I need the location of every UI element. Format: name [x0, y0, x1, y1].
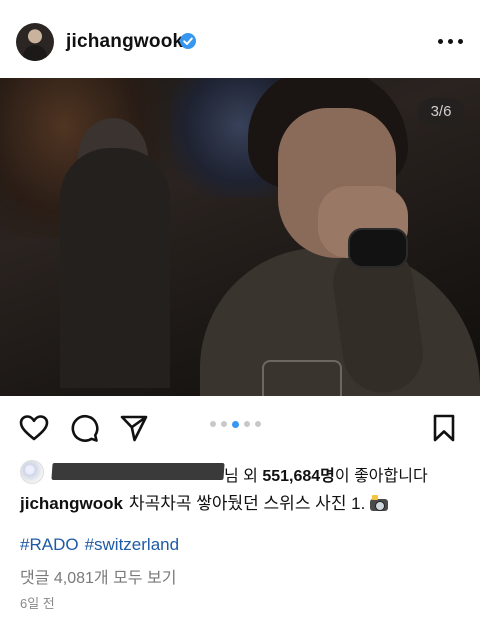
- profile-username[interactable]: jichangwook: [66, 31, 183, 53]
- caption-text: 차곡차곡 쌓아뒀던 스위스 사진 1.: [128, 494, 366, 513]
- liker-avatar[interactable]: [20, 460, 44, 484]
- likes-suffix: 이 좋아합니다: [334, 468, 428, 485]
- likes-prefix: 님 외: [224, 468, 263, 485]
- action-bar: [0, 396, 480, 454]
- caption-username[interactable]: jichangwook: [20, 494, 123, 513]
- comment-icon[interactable]: [68, 412, 100, 444]
- carousel-dot: [221, 421, 227, 427]
- view-all-comments-link[interactable]: 댓글 4,081개 모두 보기: [20, 564, 176, 588]
- post-header: jichangwook: [0, 0, 480, 78]
- hashtags: #RADO #switzerland: [20, 535, 185, 555]
- likes-text[interactable]: 님 외 551,684명이 좋아합니다: [224, 462, 428, 486]
- post-timestamp: 6일 전: [20, 596, 55, 611]
- photo-subject-watch: [348, 228, 408, 268]
- send-icon[interactable]: [118, 412, 150, 444]
- camera-with-flash-icon: [369, 495, 389, 511]
- redacted-username: [51, 463, 225, 480]
- bookmark-icon[interactable]: [428, 412, 460, 444]
- photo-wine-glass: [262, 360, 342, 396]
- profile-avatar[interactable]: [16, 23, 54, 61]
- carousel-dot-active: [232, 420, 239, 428]
- carousel-dot: [210, 421, 216, 427]
- hashtag-link[interactable]: #switzerland: [85, 535, 180, 554]
- carousel-dot: [255, 421, 261, 427]
- carousel-dot: [244, 421, 250, 427]
- post-photo[interactable]: 3/6: [0, 78, 480, 396]
- photo-background-person: [60, 148, 170, 388]
- verified-badge-icon: [180, 33, 196, 49]
- post-caption: jichangwook 차곡차곡 쌓아뒀던 스위스 사진 1.: [20, 489, 389, 514]
- likes-count: 551,684명: [262, 468, 335, 485]
- hashtag-link[interactable]: #RADO: [20, 535, 79, 554]
- more-options-icon[interactable]: [438, 38, 464, 46]
- heart-icon[interactable]: [18, 412, 50, 444]
- image-counter: 3/6: [418, 98, 464, 126]
